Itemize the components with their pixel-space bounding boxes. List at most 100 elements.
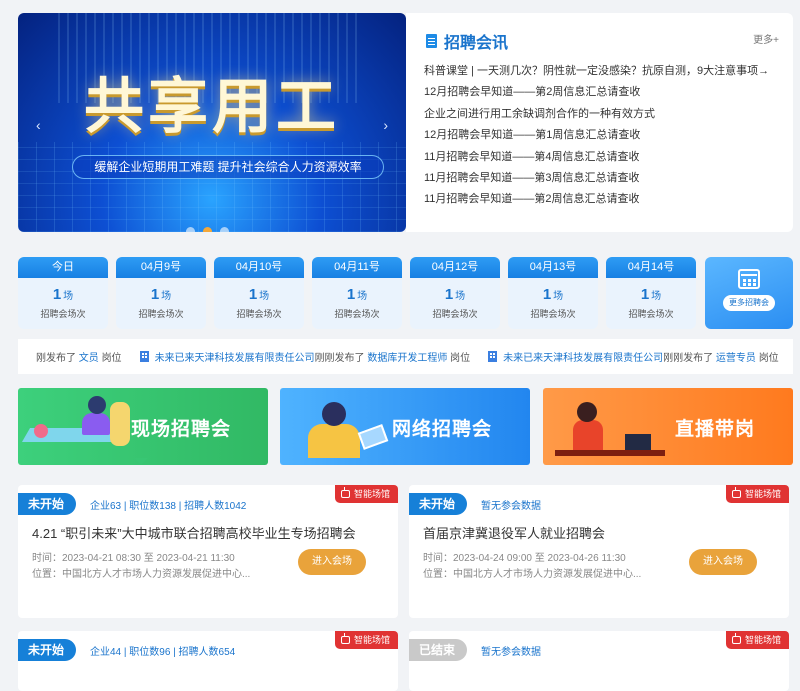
enter-venue-button[interactable]: 进入会场 [689, 549, 757, 575]
chair-illustration [110, 402, 130, 446]
ticker-company-link[interactable]: 未来已来天津科技发展有限责任公司 [503, 349, 663, 364]
online-fair-category[interactable]: 网络招聘会 [280, 388, 530, 465]
news-item[interactable]: 11月招聘会早知道——第3周信息汇总请查收 [424, 168, 769, 189]
status-badge: 未开始 [18, 493, 77, 515]
person-head-illustration [88, 396, 106, 414]
person-illustration [82, 413, 110, 435]
calendar-icon [738, 269, 760, 289]
banner-next-arrow-icon[interactable]: › [383, 117, 388, 133]
building-icon [139, 351, 149, 362]
news-item[interactable]: 科普课堂 | 一天测几次？阴性就一定没感染？抗原自测，9大注意事项→ [424, 61, 769, 82]
fair-title[interactable]: 4.21 “职引未来”大中城市联合招聘高校毕业生专场招聘会 [32, 523, 356, 542]
ticker-job-link[interactable]: 数据库开发工程师 [367, 349, 447, 364]
ticker-text: 刚刚发布了 [663, 353, 714, 364]
fair-count: 1 [346, 286, 356, 303]
ticker-text: 刚刚发布了 [314, 353, 365, 364]
fair-stats: 企业44 | 职位数96 | 招聘人数654 [90, 647, 236, 658]
banner-dot-1[interactable] [186, 227, 195, 232]
banner-dot-3[interactable] [220, 227, 229, 232]
robot-icon [340, 487, 350, 498]
onsite-fair-category[interactable]: 现场招聘会 [18, 388, 268, 465]
onsite-fair-label: 现场招聘会 [131, 419, 232, 440]
news-more-link[interactable]: 更多+ [753, 31, 779, 46]
count-unit: 场 [357, 291, 368, 302]
count-desc: 招聘会场次 [530, 309, 576, 319]
ticker-job-link[interactable]: 文员 [79, 349, 99, 364]
date-card[interactable]: 04月11号 1场 招聘会场次 [312, 257, 402, 329]
fair-title[interactable]: 首届京津冀退役军人就业招聘会 [423, 523, 605, 542]
fair-count: 1 [542, 286, 552, 303]
date-tabs: 今日 1场 招聘会场次 04月9号 1场 招聘会场次 04月10号 1场 招聘会… [18, 257, 696, 329]
count-desc: 招聘会场次 [432, 309, 478, 319]
ticker-text: 刚发布了 [36, 353, 76, 364]
smart-venue-label: 智能场馆 [744, 489, 781, 499]
news-item[interactable]: 11月招聘会早知道——第2周信息汇总请查收 [424, 189, 769, 210]
date-label: 今日 [18, 257, 108, 278]
more-fairs-button[interactable]: 更多招聘会 [705, 257, 793, 329]
news-header: 招聘会讯 [426, 29, 508, 53]
date-label: 04月14号 [606, 257, 696, 278]
smart-venue-label: 智能场馆 [353, 489, 390, 499]
tablet-illustration [357, 424, 389, 450]
news-item[interactable]: 企业之间进行用工余缺调剂合作的一种有效方式 [424, 104, 769, 125]
banner-pagination [186, 227, 229, 232]
online-fair-label: 网络招聘会 [392, 419, 493, 440]
fair-card[interactable]: 未开始 企业44 | 职位数96 | 招聘人数654 智能场馆 [18, 631, 398, 691]
count-unit: 场 [553, 291, 564, 302]
date-card[interactable]: 04月12号 1场 招聘会场次 [410, 257, 500, 329]
fair-card[interactable]: 已结束 暂无参会数据 智能场馆 [409, 631, 789, 691]
news-item[interactable]: 12月招聘会早知道——第2周信息汇总请查收 [424, 82, 769, 103]
fair-count: 1 [150, 286, 160, 303]
date-card[interactable]: 04月9号 1场 招聘会场次 [116, 257, 206, 329]
news-item[interactable]: 12月招聘会早知道——第1周信息汇总请查收 [424, 125, 769, 146]
news-item[interactable]: 11月招聘会早知道——第4周信息汇总请查收 [424, 147, 769, 168]
banner-dot-2[interactable] [203, 227, 212, 232]
status-badge: 未开始 [409, 493, 468, 515]
news-title: 招聘会讯 [444, 35, 509, 52]
count-unit: 场 [455, 291, 466, 302]
smart-venue-label: 智能场馆 [744, 635, 781, 645]
count-unit: 场 [259, 291, 270, 302]
status-badge: 未开始 [18, 639, 77, 661]
person-head-illustration [577, 402, 597, 422]
smart-venue-tag: 智能场馆 [725, 631, 789, 649]
status-badge: 已结束 [409, 639, 468, 661]
ticker-text: 岗位 [758, 353, 779, 364]
enter-venue-button[interactable]: 进入会场 [298, 549, 366, 575]
news-panel: 招聘会讯 更多+ 科普课堂 | 一天测几次？阴性就一定没感染？抗原自测，9大注意… [406, 13, 793, 232]
fair-count: 1 [640, 286, 650, 303]
banner-prev-arrow-icon[interactable]: ‹ [36, 117, 41, 133]
live-stream-category[interactable]: 直播带岗 [543, 388, 793, 465]
job-ticker: 刚发布了 文员 岗位 未来已来天津科技发展有限责任公司 刚刚发布了 数据库开发工程… [18, 339, 793, 374]
more-fairs-label[interactable]: 更多招聘会 [723, 295, 775, 311]
count-desc: 招聘会场次 [236, 309, 282, 319]
count-desc: 招聘会场次 [628, 309, 674, 319]
live-stream-label: 直播带岗 [675, 419, 756, 440]
count-desc: 招聘会场次 [334, 309, 380, 319]
count-desc: 招聘会场次 [40, 309, 86, 319]
fair-card[interactable]: 未开始 企业63 | 职位数138 | 招聘人数1042 智能场馆 4.21 “… [18, 485, 398, 618]
ticker-job-link[interactable]: 运营专员 [716, 349, 756, 364]
count-desc: 招聘会场次 [138, 309, 184, 319]
document-icon [426, 34, 437, 48]
date-card[interactable]: 04月13号 1场 招聘会场次 [508, 257, 598, 329]
date-card[interactable]: 04月10号 1场 招聘会场次 [214, 257, 304, 329]
person-illustration [308, 424, 360, 458]
smart-venue-tag: 智能场馆 [334, 485, 398, 503]
person-head-illustration [34, 424, 48, 438]
date-card-today[interactable]: 今日 1场 招聘会场次 [18, 257, 108, 329]
fair-stats: 暂无参会数据 [481, 501, 541, 512]
ticker-text: 岗位 [450, 353, 471, 364]
robot-icon [340, 633, 350, 644]
date-label: 04月13号 [508, 257, 598, 278]
fair-count: 1 [52, 286, 62, 303]
robot-icon [731, 633, 741, 644]
ticker-company-link[interactable]: 未来已来天津科技发展有限责任公司 [155, 349, 315, 364]
fair-card[interactable]: 未开始 暂无参会数据 智能场馆 首届京津冀退役军人就业招聘会 时间：2023-0… [409, 485, 789, 618]
date-card[interactable]: 04月14号 1场 招聘会场次 [606, 257, 696, 329]
count-unit: 场 [651, 291, 662, 302]
hero-banner[interactable]: 共享用工 缓解企业短期用工难题 提升社会综合人力资源效率 ‹ › [18, 13, 406, 232]
fair-location: 位置：中国北方人才市场人力资源发展促进中心... [423, 569, 642, 580]
building-icon [488, 351, 498, 362]
date-label: 04月12号 [410, 257, 500, 278]
